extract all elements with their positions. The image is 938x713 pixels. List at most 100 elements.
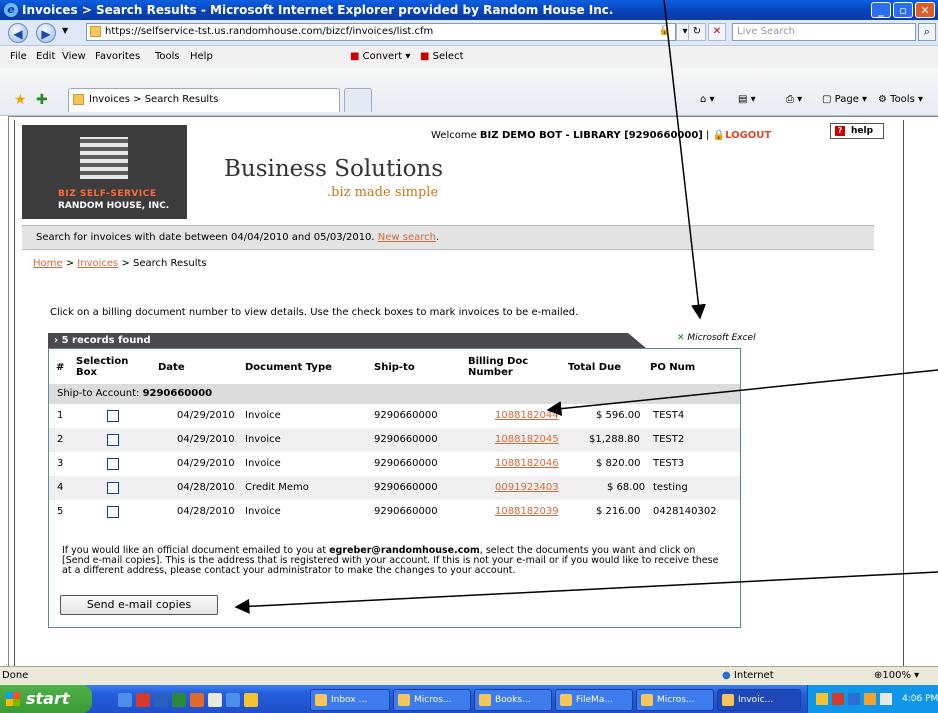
breadcrumb-home[interactable]: Home bbox=[33, 258, 63, 269]
back-button[interactable]: ◀ bbox=[8, 23, 28, 43]
email-note: If you would like an official document e… bbox=[62, 546, 722, 576]
logout-label: LOGOUT bbox=[725, 130, 772, 141]
ship-to-account: 9290660000 bbox=[142, 388, 213, 399]
expand-icon[interactable]: › bbox=[54, 335, 58, 346]
tray-network-icon[interactable] bbox=[848, 693, 860, 705]
col-header-num: # bbox=[56, 362, 65, 373]
tab-invoices-search-results[interactable]: Invoices > Search Results bbox=[68, 88, 340, 112]
tray-misc-icon[interactable] bbox=[880, 693, 892, 705]
breadcrumb-invoices[interactable]: Invoices bbox=[77, 258, 118, 269]
excel-export-link[interactable]: ✕ Microsoft Excel bbox=[677, 333, 756, 343]
menu-file[interactable]: File bbox=[10, 46, 27, 68]
url-input[interactable]: https://selfservice-tst.us.randomhouse.c… bbox=[86, 23, 676, 41]
menu-edit[interactable]: Edit bbox=[36, 46, 55, 68]
quicklaunch-ie2-icon[interactable] bbox=[226, 693, 240, 707]
minimize-button[interactable]: _ bbox=[871, 2, 891, 18]
col-header-doc-type: Document Type bbox=[245, 362, 332, 373]
row-select-checkbox[interactable] bbox=[107, 506, 119, 518]
quicklaunch-excel-icon[interactable] bbox=[172, 693, 186, 707]
system-tray: 4:06 PM bbox=[807, 685, 938, 713]
stop-icon[interactable]: ✕ bbox=[708, 23, 726, 41]
ship-to-group-row: Ship-to Account: 9290660000 bbox=[49, 384, 740, 404]
billing-doc-link[interactable]: 1088182039 bbox=[495, 500, 559, 524]
quicklaunch-outlook-icon[interactable] bbox=[244, 693, 258, 707]
billing-doc-link[interactable]: 1088182044 bbox=[495, 404, 559, 428]
tray-app-icon[interactable] bbox=[832, 693, 844, 705]
logo-line1: BIZ SELF-SERVICE bbox=[58, 189, 157, 199]
select-button[interactable]: ■ Select bbox=[420, 46, 464, 68]
close-button[interactable]: ✕ bbox=[915, 2, 935, 18]
convert-button[interactable]: ■ Convert ▾ bbox=[350, 46, 410, 68]
taskbar-item-books[interactable]: Books... bbox=[474, 689, 552, 711]
favorites-star-icon[interactable]: ★ bbox=[14, 92, 27, 108]
history-dropdown-icon[interactable]: ▼ bbox=[62, 26, 68, 35]
search-icon[interactable]: ⌕ bbox=[918, 23, 936, 41]
col-header-po: PO Num bbox=[650, 362, 696, 373]
window-title-bar: e Invoices > Search Results - Microsoft … bbox=[0, 0, 938, 20]
search-info-bar: Search for invoices with date between 04… bbox=[22, 225, 874, 250]
taskbar-item-micros-2[interactable]: Micros... bbox=[636, 689, 714, 711]
tray-mail-icon[interactable] bbox=[816, 693, 828, 705]
live-search-input[interactable]: Live Search bbox=[732, 23, 916, 41]
forward-button[interactable]: ▶ bbox=[36, 23, 56, 43]
row-num: 4 bbox=[57, 482, 64, 493]
billing-doc-link[interactable]: 1088182045 bbox=[495, 428, 559, 452]
brand-subtitle: .biz made simple bbox=[327, 185, 439, 200]
col-header-billing: Billing Doc Number bbox=[468, 356, 529, 378]
new-tab-button[interactable] bbox=[344, 88, 372, 112]
taskbar-item-micros-1[interactable]: Micros... bbox=[393, 689, 471, 711]
breadcrumb-current: Search Results bbox=[133, 258, 207, 269]
tools-menu[interactable]: ⚙ Tools ▾ bbox=[878, 92, 923, 108]
page-menu[interactable]: ▢ Page ▾ bbox=[822, 92, 867, 108]
row-select-checkbox[interactable] bbox=[107, 434, 119, 446]
feeds-icon[interactable]: ▤ ▾ bbox=[738, 92, 756, 108]
row-select-checkbox[interactable] bbox=[107, 458, 119, 470]
table-row: 5 04/28/2010 Invoice 9290660000 10881820… bbox=[49, 500, 740, 524]
tray-security-icon[interactable] bbox=[864, 693, 876, 705]
row-date: 04/29/2010 bbox=[177, 458, 235, 469]
refresh-icon[interactable]: ↻ bbox=[688, 23, 706, 41]
excel-icon bbox=[641, 694, 653, 706]
menu-tools[interactable]: Tools bbox=[155, 46, 180, 68]
billing-doc-link[interactable]: 0091923403 bbox=[495, 476, 559, 500]
welcome-separator: | bbox=[702, 130, 713, 141]
new-search-link[interactable]: New search bbox=[378, 232, 436, 243]
start-button[interactable]: start bbox=[0, 685, 92, 713]
taskbar-item-invoices[interactable]: Invoic... bbox=[717, 689, 801, 711]
row-total: $ 820.00 bbox=[596, 458, 641, 469]
row-doc-type: Credit Memo bbox=[245, 482, 309, 493]
help-icon: ? bbox=[835, 126, 845, 136]
row-po: TEST2 bbox=[653, 434, 685, 445]
quicklaunch-pdf-icon[interactable] bbox=[136, 693, 150, 707]
menu-favorites[interactable]: Favorites bbox=[95, 46, 140, 68]
ie-icon: e bbox=[4, 3, 18, 17]
print-icon[interactable]: ⎙ ▾ bbox=[786, 92, 802, 108]
row-select-checkbox[interactable] bbox=[107, 482, 119, 494]
menu-help[interactable]: Help bbox=[190, 46, 213, 68]
taskbar-item-inbox[interactable]: Inbox ... bbox=[310, 689, 390, 711]
brand-title: Business Solutions bbox=[224, 156, 444, 182]
quicklaunch-word-icon[interactable] bbox=[154, 693, 168, 707]
row-ship-to: 9290660000 bbox=[374, 458, 438, 469]
add-favorite-icon[interactable]: ✚ bbox=[36, 92, 48, 108]
row-ship-to: 9290660000 bbox=[374, 506, 438, 517]
favorites-tab-bar: ★ ✚ Invoices > Search Results ⌂ ▾ ▤ ▾ ⎙ … bbox=[0, 68, 938, 116]
logout-link[interactable]: 🔒LOGOUT bbox=[713, 130, 772, 141]
send-email-copies-button[interactable]: Send e-mail copies bbox=[60, 595, 218, 615]
quicklaunch-powerpoint-icon[interactable] bbox=[190, 693, 204, 707]
quicklaunch-app-icon[interactable] bbox=[208, 693, 222, 707]
row-select-checkbox[interactable] bbox=[107, 410, 119, 422]
row-num: 3 bbox=[57, 458, 64, 469]
quicklaunch-ie-icon[interactable] bbox=[118, 693, 132, 707]
ie-icon bbox=[722, 694, 734, 706]
window-title: Invoices > Search Results - Microsoft In… bbox=[22, 3, 614, 17]
billing-doc-link[interactable]: 1088182046 bbox=[495, 452, 559, 476]
task-label: Invoic... bbox=[738, 695, 774, 705]
site-logo[interactable]: BIZ SELF-SERVICE RANDOM HOUSE, INC. bbox=[22, 125, 187, 219]
help-button[interactable]: ? help bbox=[830, 123, 884, 139]
menu-view[interactable]: View bbox=[62, 46, 86, 68]
home-icon[interactable]: ⌂ ▾ bbox=[700, 92, 715, 108]
taskbar-item-filemaker[interactable]: FileMa... bbox=[555, 689, 633, 711]
zoom-control[interactable]: ⊕100% ▾ bbox=[874, 667, 919, 685]
maximize-button[interactable]: ▫ bbox=[893, 2, 913, 18]
